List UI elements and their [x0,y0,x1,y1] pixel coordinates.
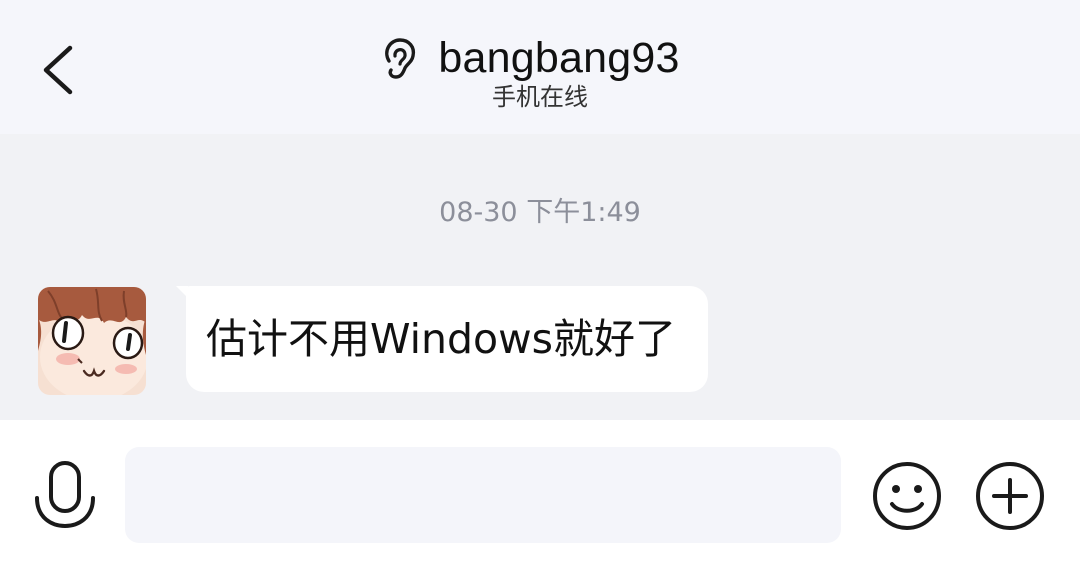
voice-button[interactable] [32,460,98,534]
input-bar [0,420,1080,571]
message-input[interactable] [125,447,841,543]
online-status: 手机在线 [492,83,588,111]
message-text: 估计不用Windows就好了 [206,315,677,363]
ear-icon[interactable] [380,35,420,81]
avatar[interactable] [38,287,146,395]
anime-avatar [38,287,146,395]
message-bubble[interactable]: 估计不用Windows就好了 [186,286,709,392]
message-list[interactable]: 08-30 下午1:49 估计不用Windows就好了 [0,134,1080,420]
more-button[interactable] [974,460,1046,532]
microphone-icon [35,461,95,529]
smiley-icon [873,462,941,530]
title-row: bangbang93 [0,28,1080,88]
message-timestamp: 08-30 下午1:49 [439,197,641,228]
plus-circle-icon [976,462,1044,530]
emoji-button[interactable] [871,460,943,532]
chat-header: bangbang93 手机在线 [0,0,1080,134]
page-title: bangbang93 [438,34,680,82]
